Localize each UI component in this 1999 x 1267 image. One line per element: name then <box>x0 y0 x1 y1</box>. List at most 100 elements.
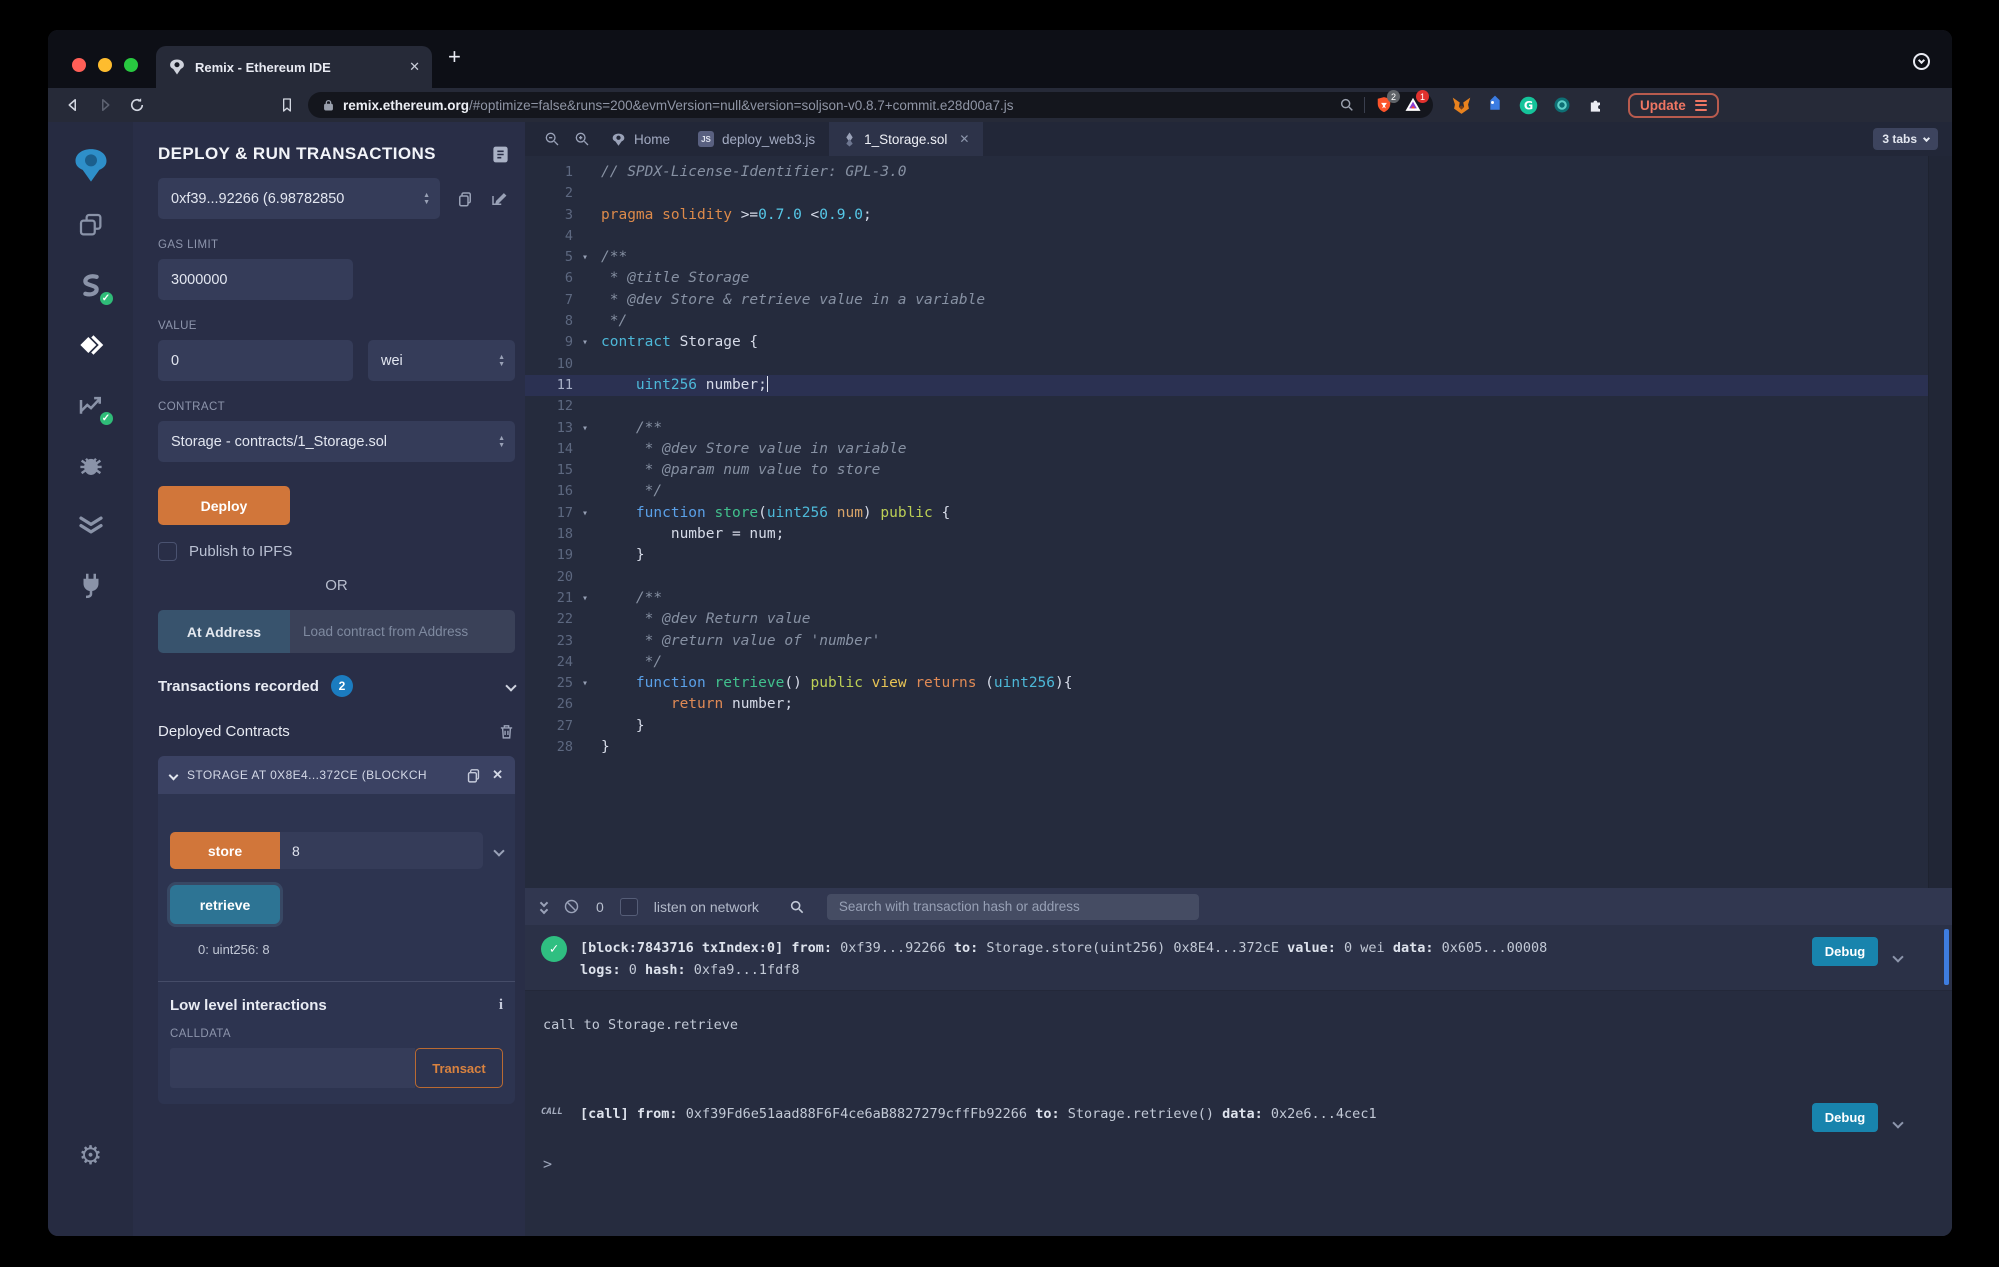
code-line[interactable]: 14 * @dev Store value in variable <box>525 439 1928 460</box>
debugger-icon[interactable] <box>68 442 114 488</box>
code-line[interactable]: 28} <box>525 737 1928 758</box>
extensions-puzzle-icon[interactable] <box>1585 95 1605 115</box>
chevron-down-icon[interactable] <box>168 770 179 780</box>
store-function-button[interactable]: store <box>170 832 280 869</box>
clear-console-icon[interactable] <box>563 898 580 915</box>
back-button[interactable] <box>62 94 84 116</box>
contract-select[interactable]: Storage - contracts/1_Storage.sol <box>158 421 515 462</box>
code-editor[interactable]: 1// SPDX-License-Identifier: GPL-3.0 2 3 pr… <box>525 156 1952 888</box>
chevron-down-icon[interactable] <box>493 844 505 857</box>
bookmark-icon[interactable] <box>276 94 298 116</box>
terminal-search-input[interactable] <box>826 893 1199 920</box>
static-analysis-icon[interactable]: ✓ <box>68 382 115 428</box>
fold-arrow-icon[interactable]: ▾ <box>577 247 593 268</box>
fold-arrow-icon[interactable]: ▾ <box>577 503 593 524</box>
code-line[interactable]: 20 <box>525 567 1928 588</box>
chevron-down-icon[interactable] <box>505 680 517 692</box>
code-line[interactable]: 17 ▾ function store(uint256 num) public { <box>525 503 1928 524</box>
code-line[interactable]: 13 ▾ /** <box>525 418 1928 439</box>
solidity-compiler-icon[interactable]: ✓ <box>68 262 115 308</box>
brave-rewards-icon[interactable]: 1 <box>1403 90 1429 115</box>
info-icon[interactable] <box>499 996 503 1014</box>
editor-scrollbar[interactable] <box>1928 156 1952 888</box>
plugin-manager-icon[interactable] <box>68 562 114 608</box>
account-select[interactable]: 0xf39...92266 (6.98782850 <box>158 178 440 219</box>
transactions-recorded-row[interactable]: Transactions recorded 2 <box>158 675 517 697</box>
copy-account-icon[interactable] <box>456 190 474 208</box>
metamask-extension-icon[interactable] <box>1451 95 1472 116</box>
code-line[interactable]: 27 } <box>525 716 1928 737</box>
tag-extension-icon[interactable] <box>1485 95 1505 115</box>
url-bar[interactable]: remix.ethereum.org/#optimize=false&runs=… <box>308 90 1433 118</box>
code-line[interactable]: 6 * @title Storage <box>525 268 1928 289</box>
close-contract-icon[interactable]: ✕ <box>492 767 503 783</box>
new-tab-button[interactable]: + <box>448 46 461 68</box>
gas-limit-input[interactable] <box>158 259 353 300</box>
terminal-entry[interactable]: ✓ [block:7843716 txIndex:0] from: 0xf39..… <box>525 925 1952 991</box>
code-line[interactable]: 1// SPDX-License-Identifier: GPL-3.0 <box>525 162 1928 183</box>
code-line[interactable]: 8 */ <box>525 311 1928 332</box>
zoom-page-icon[interactable] <box>1339 97 1355 113</box>
minimize-window-button[interactable] <box>98 58 112 72</box>
at-address-button[interactable]: At Address <box>158 610 290 653</box>
retrieve-function-button[interactable]: retrieve <box>170 885 280 924</box>
tab-close-icon[interactable]: ✕ <box>409 59 420 75</box>
code-line[interactable]: 7 * @dev Store & retrieve value in a var… <box>525 290 1928 311</box>
store-argument-input[interactable] <box>280 832 483 869</box>
documentation-icon[interactable] <box>491 145 510 164</box>
tab-deploy-web3[interactable]: JS deploy_web3.js <box>684 122 829 156</box>
file-explorer-icon[interactable] <box>68 202 114 248</box>
code-line[interactable]: 11 uint256 number; <box>525 374 1928 397</box>
transact-button[interactable]: Transact <box>415 1048 503 1088</box>
trash-icon[interactable] <box>498 723 515 740</box>
zoom-out-icon[interactable] <box>544 131 560 147</box>
debug-button[interactable]: Debug <box>1812 1103 1878 1132</box>
collapse-terminal-icon[interactable] <box>539 898 549 915</box>
close-window-button[interactable] <box>72 58 86 72</box>
value-input[interactable] <box>158 340 353 381</box>
code-line[interactable]: 23 * @return value of 'number' <box>525 631 1928 652</box>
code-line[interactable]: 19 } <box>525 545 1928 566</box>
code-line[interactable]: 25 ▾ function retrieve() public view retu… <box>525 673 1928 694</box>
listen-network-checkbox[interactable] <box>619 897 638 916</box>
chevron-down-icon[interactable] <box>1892 1112 1906 1129</box>
reload-button[interactable] <box>126 94 148 116</box>
fold-arrow-icon[interactable]: ▾ <box>577 588 593 609</box>
contract-card-header[interactable]: STORAGE AT 0X8E4...372CE (BLOCKCH ✕ <box>158 756 515 794</box>
remix-logo[interactable] <box>68 142 114 188</box>
code-line[interactable]: 18 number = num; <box>525 524 1928 545</box>
chevron-down-icon[interactable] <box>1892 946 1906 963</box>
zoom-in-icon[interactable] <box>574 131 590 147</box>
unit-testing-icon[interactable] <box>68 502 114 548</box>
value-unit-select[interactable]: wei <box>368 340 515 381</box>
terminal-output[interactable]: ✓ [block:7843716 txIndex:0] from: 0xf39..… <box>525 925 1952 1236</box>
code-line[interactable]: 26 return number; <box>525 694 1928 715</box>
deploy-button[interactable]: Deploy <box>158 486 290 525</box>
debug-button[interactable]: Debug <box>1812 937 1878 966</box>
code-line[interactable]: 21 ▾ /** <box>525 588 1928 609</box>
code-line[interactable]: 5 ▾/** <box>525 247 1928 268</box>
fold-arrow-icon[interactable]: ▾ <box>577 673 593 694</box>
forward-button[interactable] <box>94 94 116 116</box>
terminal-entry[interactable]: call [call] from: 0xf39Fd6e51aad88F6F4ce6… <box>525 1091 1952 1141</box>
settings-gear-icon[interactable]: ⚙ <box>68 1132 114 1178</box>
code-line[interactable]: 4 <box>525 226 1928 247</box>
fold-arrow-icon[interactable]: ▾ <box>577 332 593 353</box>
close-tab-icon[interactable]: ✕ <box>959 132 969 146</box>
at-address-input[interactable] <box>290 610 515 653</box>
code-line[interactable]: 3 pragma solidity >=0.7.0 <0.9.0; <box>525 205 1928 226</box>
maximize-window-button[interactable] <box>124 58 138 72</box>
tab-home[interactable]: Home <box>597 122 684 156</box>
terminal-prompt[interactable]: > <box>543 1155 1952 1173</box>
publish-ipfs-checkbox[interactable] <box>158 542 177 561</box>
code-line[interactable]: 24 */ <box>525 652 1928 673</box>
tabs-count-button[interactable]: 3 tabs <box>1873 128 1938 150</box>
code-line[interactable]: 9 ▾ contract Storage { <box>525 332 1928 353</box>
tab-1-storage-sol[interactable]: 1_Storage.sol ✕ <box>829 122 984 156</box>
calldata-input[interactable] <box>170 1048 415 1088</box>
browser-menu-icon[interactable] <box>1694 99 1707 111</box>
code-line[interactable]: 10 <box>525 354 1928 375</box>
terminal-scrollbar[interactable] <box>1944 929 1949 985</box>
code-line[interactable]: 12 <box>525 396 1928 417</box>
edit-account-icon[interactable] <box>490 190 508 208</box>
